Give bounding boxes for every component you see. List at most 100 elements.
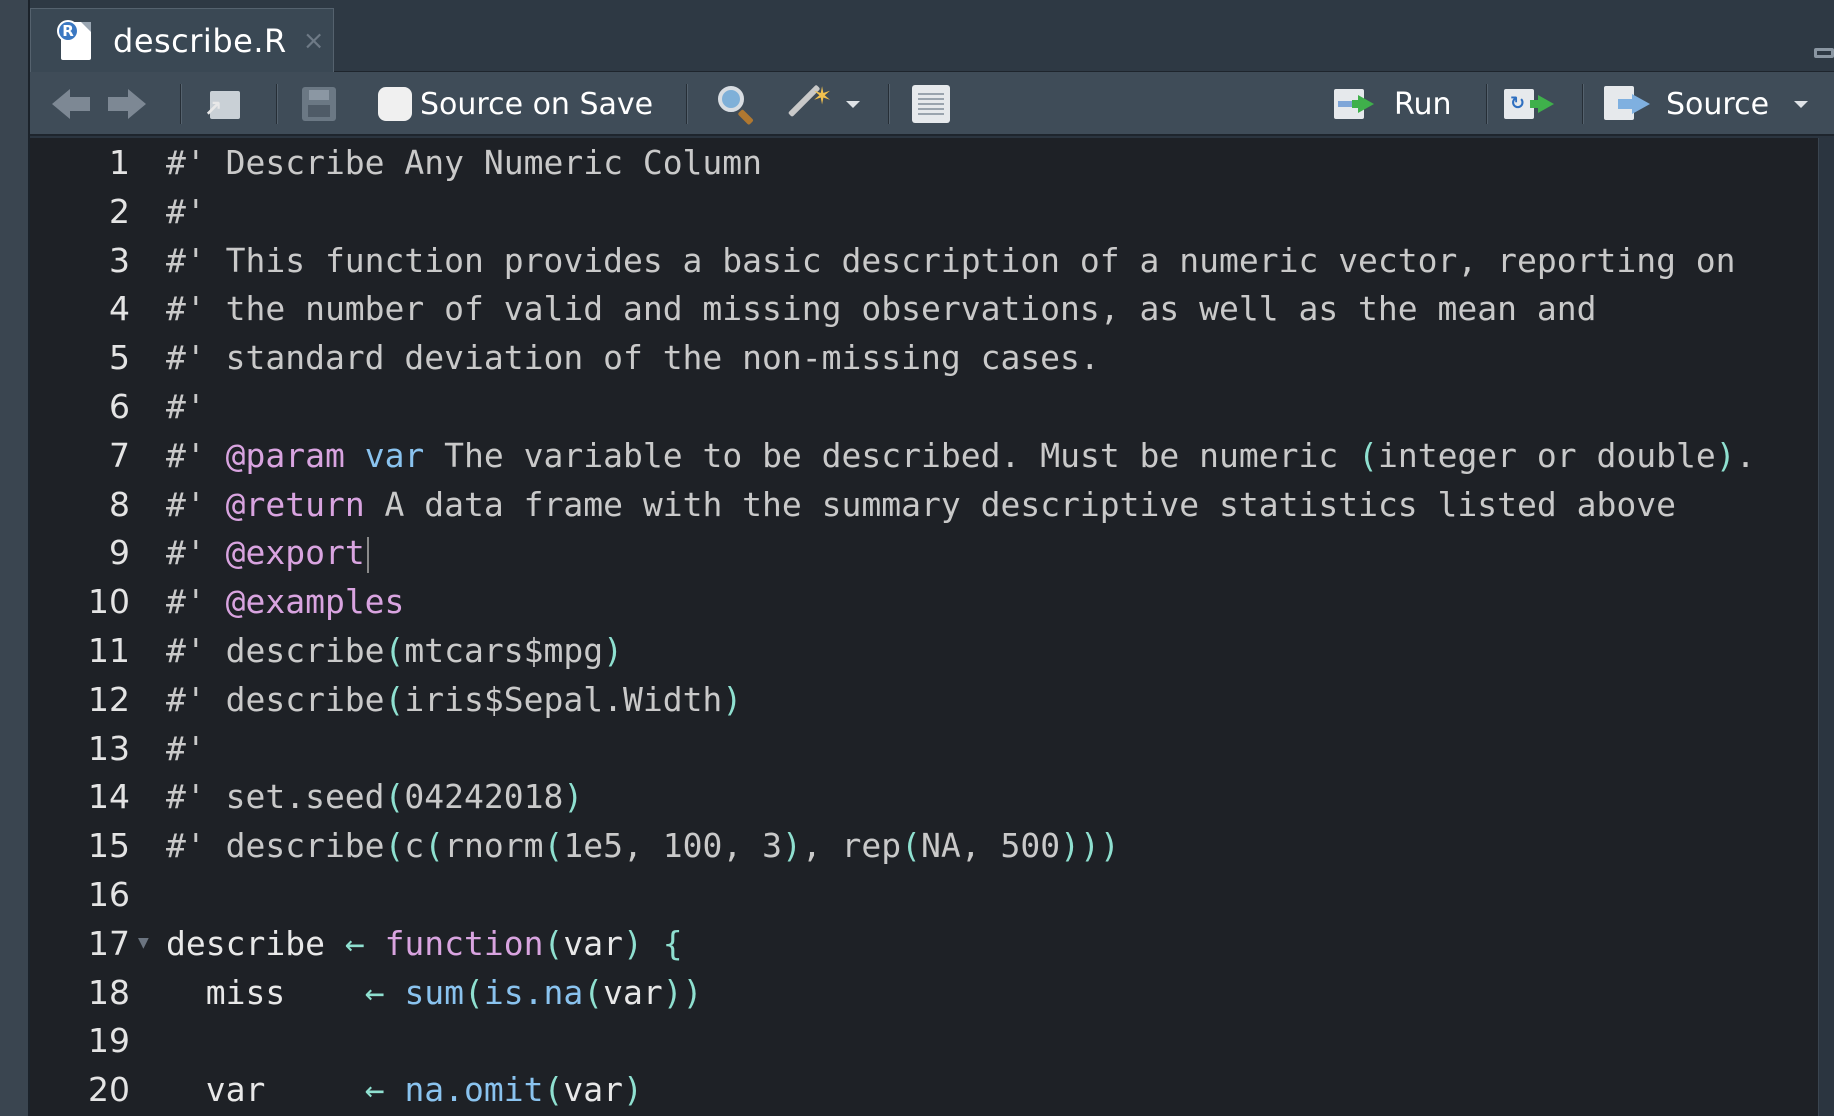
magic-wand-icon: ✶ — [786, 82, 834, 126]
outer-pane-edge — [0, 0, 30, 1116]
code-line[interactable]: 19 — [30, 1016, 1818, 1065]
source-on-save-checkbox[interactable] — [378, 87, 412, 121]
code-token: #' — [166, 533, 226, 573]
code-token: #' set.seed — [166, 777, 385, 817]
code-text: #' set.seed(04242018) — [166, 777, 583, 816]
editor-scrollbar[interactable] — [1818, 138, 1834, 1116]
code-token: ) — [563, 777, 584, 817]
code-token: ) — [1715, 435, 1736, 475]
code-line[interactable]: 10 #' @examples — [30, 577, 1818, 626]
code-line[interactable]: 18 miss ← sum(is.na(var)) — [30, 968, 1818, 1017]
code-text: #' This function provides a basic descri… — [166, 241, 1736, 280]
code-token: ( — [384, 826, 405, 866]
line-number: 13 — [88, 728, 130, 768]
source-on-save-label: Source on Save — [420, 86, 654, 122]
tab-bar: R describe.R × — [30, 0, 1834, 72]
back-button[interactable] — [52, 72, 92, 136]
code-token: ( — [583, 972, 604, 1012]
line-number: 5 — [109, 338, 130, 378]
fold-toggle-icon[interactable]: ▼ — [130, 935, 166, 951]
toolbar-divider — [888, 84, 890, 124]
code-line[interactable]: 13 #' — [30, 724, 1818, 773]
open-in-window-icon: ↗ — [202, 87, 242, 122]
minimize-pane-icon[interactable] — [1814, 48, 1834, 58]
chevron-down-icon — [1794, 100, 1808, 108]
code-line[interactable]: 15 #' describe(c(rnorm(1e5, 100, 3), rep(… — [30, 821, 1818, 870]
code-token: , rep — [801, 826, 902, 866]
save-icon — [302, 87, 336, 121]
code-token: var — [563, 1070, 623, 1110]
code-token: @export — [225, 533, 365, 573]
toolbar-divider — [1486, 84, 1488, 124]
code-token: @examples — [225, 582, 405, 622]
source-icon — [1604, 86, 1658, 122]
code-editor[interactable]: 1 #' Describe Any Numeric Column 2 #' 3 #' Th… — [30, 138, 1818, 1116]
code-line[interactable]: 11 #' describe(mtcars$mpg) — [30, 626, 1818, 675]
code-token: The variable to be described. Must be nu… — [424, 435, 1359, 475]
code-line[interactable]: 6 #' — [30, 382, 1818, 431]
code-line[interactable]: 17 ▼ describe ← function(var) { — [30, 919, 1818, 968]
code-token: ( — [543, 923, 564, 963]
code-line[interactable]: 9 #' @export — [30, 528, 1818, 577]
code-line[interactable]: 12 #' describe(iris$Sepal.Width) — [30, 675, 1818, 724]
code-text: #' the number of valid and missing obser… — [166, 289, 1596, 328]
tab-describe-r[interactable]: R describe.R × — [30, 8, 334, 72]
find-replace-button[interactable] — [716, 72, 756, 136]
close-icon[interactable]: × — [303, 26, 325, 56]
code-text: #' describe(iris$Sepal.Width) — [166, 680, 742, 719]
code-token: #' describe — [166, 679, 385, 719]
code-token: ( — [384, 631, 405, 670]
line-number: 8 — [109, 484, 130, 524]
code-text: describe ← function(var) { — [166, 924, 683, 963]
code-text: #' describe(c(rnorm(1e5, 100, 3), rep(NA… — [166, 826, 1120, 865]
code-line[interactable]: 3 #' This function provides a basic descr… — [30, 236, 1818, 285]
code-token: var — [166, 1070, 365, 1110]
code-token: #' — [166, 484, 226, 524]
code-text: #' describe(mtcars$mpg) — [166, 631, 623, 670]
line-number: 7 — [109, 435, 130, 475]
code-token: . — [1735, 435, 1756, 475]
code-token: iris$Sepal.Width — [404, 679, 723, 719]
rerun-button[interactable]: ↻ — [1504, 72, 1560, 136]
code-token: ← — [364, 1070, 385, 1110]
code-text: #' @export — [166, 533, 369, 573]
code-token: c — [404, 826, 425, 866]
code-text: #' — [166, 192, 206, 231]
code-line[interactable]: 4 #' the number of valid and missing obse… — [30, 284, 1818, 333]
line-number: 20 — [88, 1070, 130, 1110]
code-token: #' Describe Any Numeric Column — [166, 143, 763, 182]
code-text: var ← na.omit(var) — [166, 1070, 643, 1109]
show-in-new-window-button[interactable]: ↗ — [202, 72, 242, 136]
code-text: #' — [166, 729, 206, 768]
arrow-right-icon — [106, 89, 146, 119]
compile-report-button[interactable] — [912, 72, 950, 136]
run-button[interactable]: Run — [1334, 72, 1452, 136]
code-line[interactable]: 2 #' — [30, 187, 1818, 236]
notebook-icon — [912, 85, 950, 123]
forward-button[interactable] — [106, 72, 146, 136]
code-line[interactable]: 5 #' standard deviation of the non-missin… — [30, 333, 1818, 382]
code-line[interactable]: 1 #' Describe Any Numeric Column — [30, 138, 1818, 187]
rerun-icon: ↻ — [1504, 87, 1560, 121]
code-text: #' @examples — [166, 582, 404, 621]
source-on-save-toggle[interactable]: Source on Save — [378, 72, 653, 136]
code-tools-button[interactable]: ✶ — [786, 72, 860, 136]
code-token: mtcars$mpg — [404, 631, 604, 670]
save-button[interactable] — [302, 72, 336, 136]
code-text: #' Describe Any Numeric Column — [166, 143, 762, 182]
code-token: ( — [384, 777, 405, 817]
code-line[interactable]: 14 #' set.seed(04242018) — [30, 772, 1818, 821]
source-button[interactable]: Source — [1604, 72, 1769, 136]
code-token: #' describe — [166, 826, 385, 866]
code-line[interactable]: 7 #' @param var The variable to be descri… — [30, 431, 1818, 480]
code-token: ))) — [1060, 826, 1120, 866]
code-line[interactable]: 16 — [30, 870, 1818, 919]
code-text: #' @param var The variable to be describ… — [166, 436, 1755, 475]
code-line[interactable]: 8 #' @return A data frame with the summar… — [30, 480, 1818, 529]
code-line[interactable]: 20 var ← na.omit(var) — [30, 1065, 1818, 1114]
code-token: var — [603, 972, 663, 1012]
source-options-button[interactable] — [1794, 72, 1808, 136]
line-number: 4 — [109, 289, 130, 329]
code-token: #' — [166, 582, 226, 622]
